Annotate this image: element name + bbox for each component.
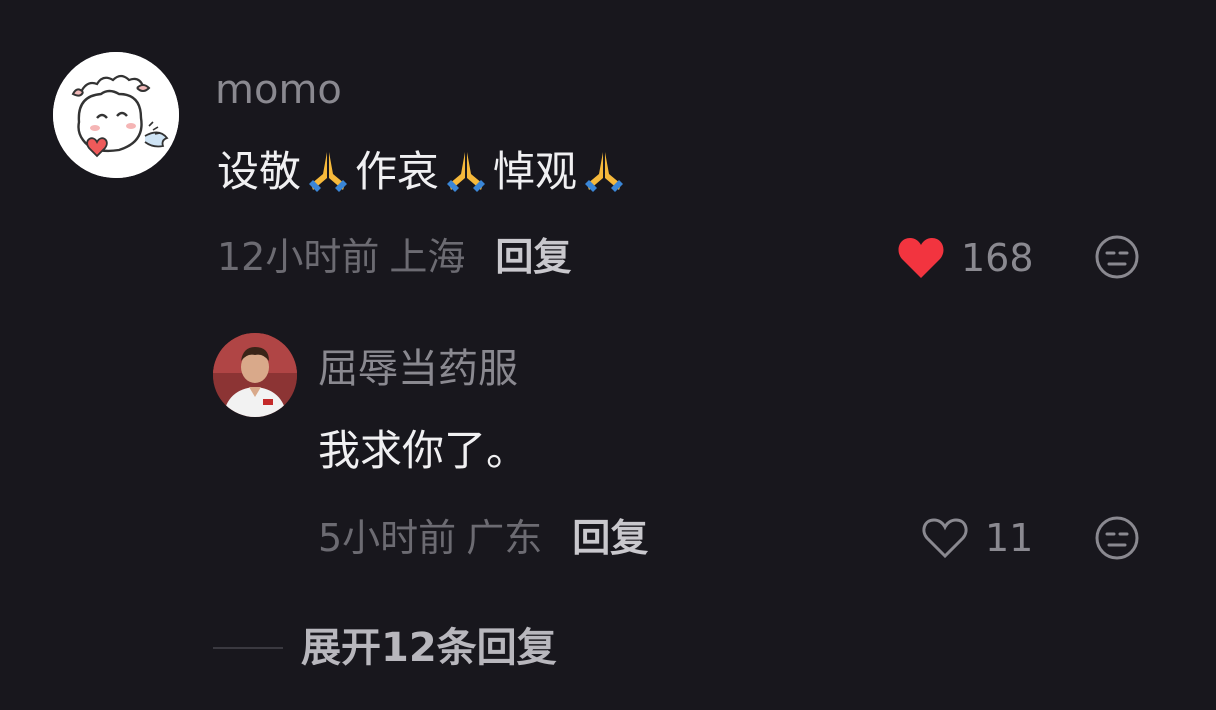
reply-text: 我求你了。 bbox=[318, 426, 529, 475]
bunny-avatar-icon bbox=[53, 52, 179, 178]
comment-meta: 12小时前 上海 回复 bbox=[217, 238, 571, 276]
folded-hands-emoji-icon bbox=[585, 152, 624, 192]
reply-meta: 5小时前 广东 回复 bbox=[318, 519, 648, 557]
avatar[interactable] bbox=[53, 52, 179, 178]
expand-replies-label[interactable]: 展开12条回复 bbox=[301, 628, 557, 668]
comment-text-part: 设敬 bbox=[217, 147, 302, 196]
comment-text-part: 悼观 bbox=[493, 147, 578, 196]
reply-username[interactable]: 屈辱当药服 bbox=[318, 349, 518, 389]
divider bbox=[213, 647, 283, 649]
comment-text-part: 作哀 bbox=[355, 147, 440, 196]
avatar[interactable] bbox=[213, 333, 297, 417]
like-count: 168 bbox=[961, 236, 1034, 280]
comment-thread: momo 设敬 作哀 悼观 12小时前 上海 回复 168 屈辱当药服 我求你了… bbox=[0, 0, 1216, 710]
expand-replies[interactable]: 展开12条回复 bbox=[213, 628, 557, 668]
reply-button[interactable]: 回复 bbox=[495, 235, 571, 279]
like-count: 11 bbox=[985, 516, 1034, 560]
comment-text: 设敬 作哀 悼观 bbox=[217, 148, 631, 194]
folded-hands-emoji-icon bbox=[309, 152, 348, 192]
reply-button[interactable]: 回复 bbox=[572, 516, 648, 560]
player-photo-avatar bbox=[213, 333, 297, 417]
comment-time: 12小时前 bbox=[217, 235, 380, 279]
dislike-face-icon[interactable] bbox=[1094, 234, 1140, 280]
dislike-face-icon[interactable] bbox=[1094, 515, 1140, 561]
heart-outline-icon bbox=[922, 518, 968, 559]
folded-hands-emoji-icon bbox=[447, 152, 486, 192]
reply-location: 广东 bbox=[466, 516, 543, 560]
heart-filled-icon bbox=[898, 238, 944, 278]
reply-time: 5小时前 bbox=[318, 516, 457, 560]
comment-username[interactable]: momo bbox=[215, 70, 342, 110]
like-button[interactable]: 11 bbox=[921, 516, 1033, 560]
like-button[interactable]: 168 bbox=[897, 236, 1034, 280]
comment-location: 上海 bbox=[389, 235, 466, 279]
